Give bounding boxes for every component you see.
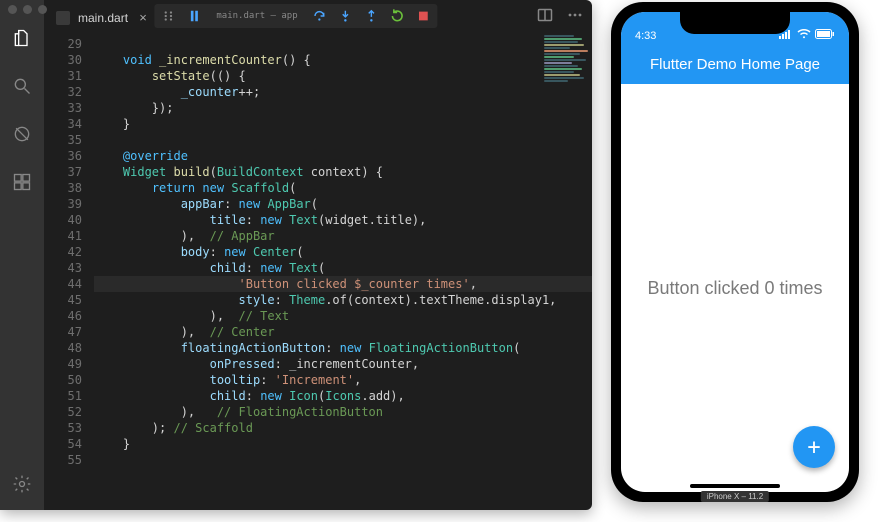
traffic-zoom[interactable]	[38, 5, 47, 14]
floating-action-button[interactable]: +	[793, 426, 835, 468]
stop-icon[interactable]	[416, 8, 432, 24]
drag-handle-icon[interactable]	[160, 8, 176, 24]
restart-icon[interactable]	[390, 8, 406, 24]
status-time: 4:33	[635, 30, 656, 42]
explorer-icon[interactable]	[10, 26, 34, 50]
step-into-icon[interactable]	[338, 8, 354, 24]
step-over-icon[interactable]	[312, 8, 328, 24]
activity-bar	[0, 0, 44, 510]
debug-target-label: main.dart — app	[212, 11, 301, 21]
app-bar-title: Flutter Demo Home Page	[650, 56, 820, 73]
wifi-icon	[797, 29, 811, 42]
device-label: iPhone X – 11.2	[701, 491, 769, 502]
plus-icon: +	[807, 435, 820, 460]
debug-toolbar: main.dart — app	[154, 4, 437, 28]
counter-text: Button clicked 0 times	[647, 278, 822, 299]
more-icon[interactable]	[566, 6, 584, 24]
phone-simulator: 4:33 Flutter Demo Home Page	[611, 2, 859, 502]
code-content[interactable]: void _incrementCounter() { setState(() {…	[94, 32, 592, 510]
line-number-gutter: 2930313233343536373839404142434445464748…	[44, 32, 94, 510]
phone-notch	[680, 12, 790, 34]
app-bar: Flutter Demo Home Page	[621, 44, 849, 84]
phone-screen: 4:33 Flutter Demo Home Page	[621, 12, 849, 492]
debug-icon[interactable]	[10, 122, 34, 146]
editor-top-right-actions	[536, 6, 584, 24]
settings-gear-icon[interactable]	[10, 472, 34, 496]
step-out-icon[interactable]	[364, 8, 380, 24]
traffic-minimize[interactable]	[23, 5, 32, 14]
minimap[interactable]	[538, 34, 592, 154]
battery-icon	[815, 29, 835, 42]
pause-icon[interactable]	[186, 8, 202, 24]
code-editor-window: main.dart — app	[0, 0, 592, 510]
search-icon[interactable]	[10, 74, 34, 98]
home-indicator	[690, 484, 780, 488]
extensions-icon[interactable]	[10, 170, 34, 194]
traffic-close[interactable]	[8, 5, 17, 14]
split-editor-icon[interactable]	[536, 6, 554, 24]
